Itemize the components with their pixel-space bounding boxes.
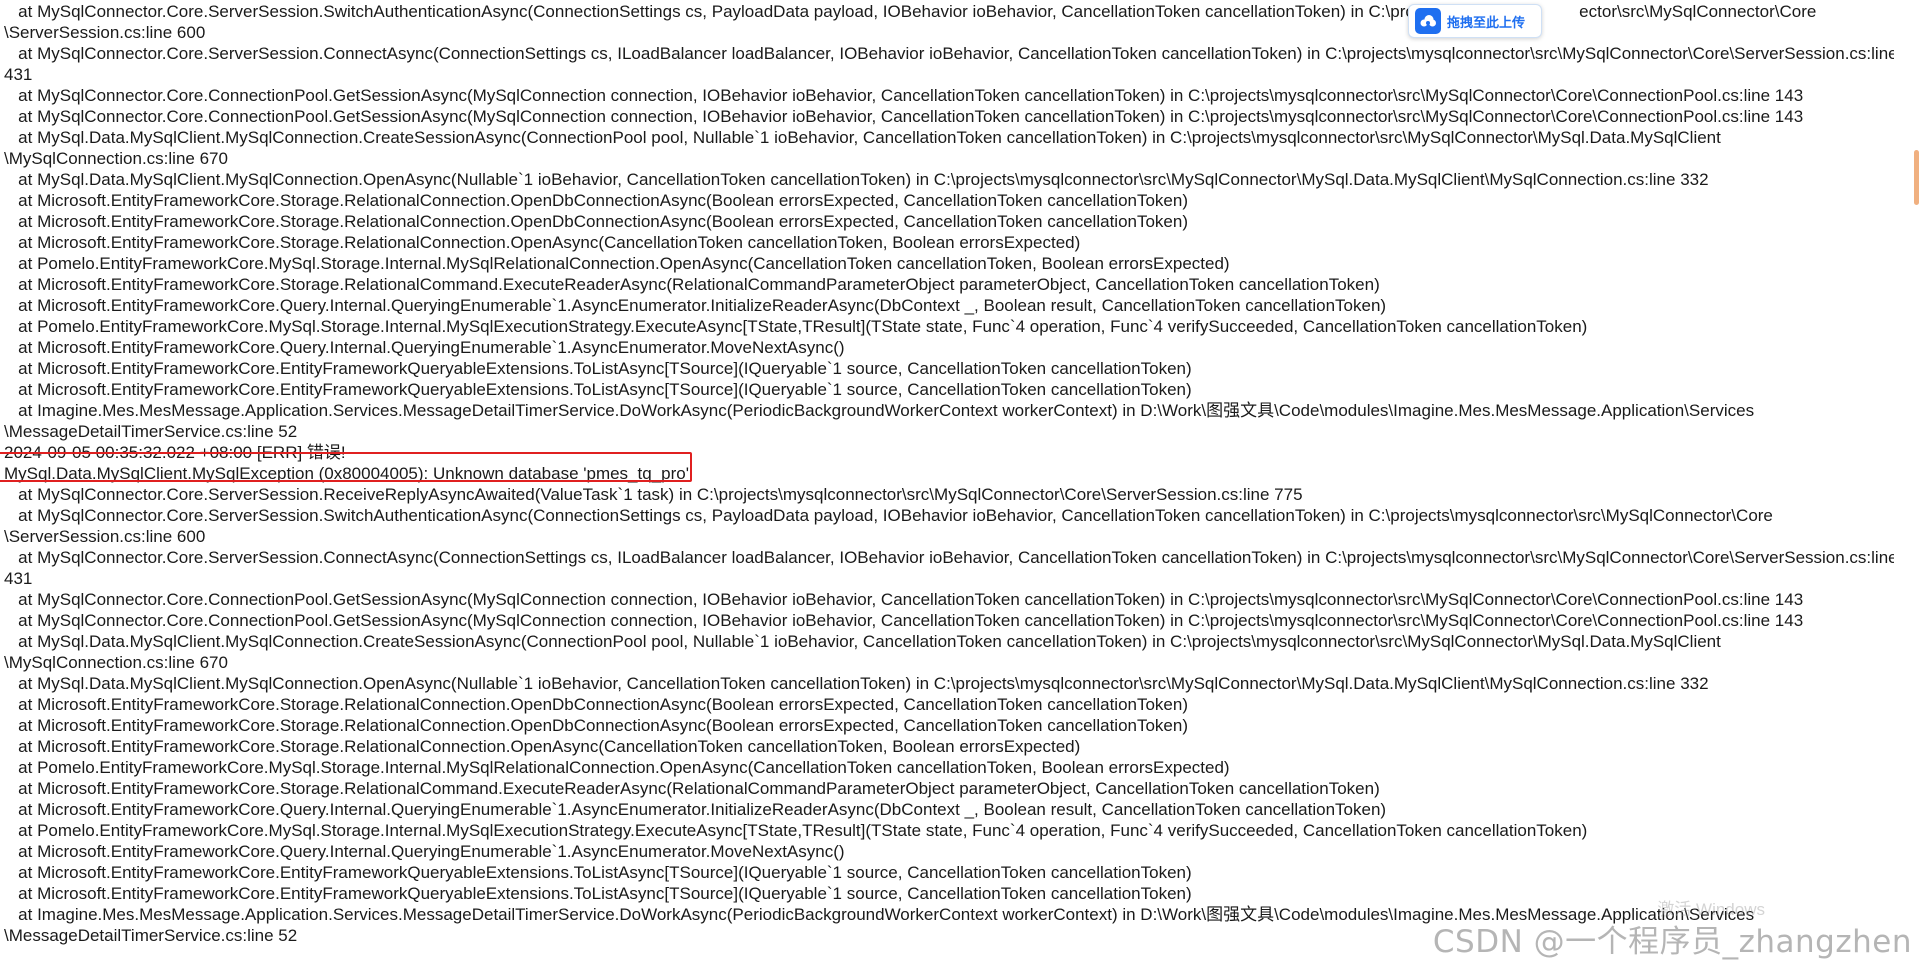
log-line: at Pomelo.EntityFrameworkCore.MySql.Stor… — [4, 317, 1588, 336]
log-line: at Microsoft.EntityFrameworkCore.Query.I… — [4, 842, 845, 861]
log-line-exception: MySql.Data.MySqlClient.MySqlException (0… — [4, 464, 689, 483]
log-line: \MySqlConnection.cs:line 670 — [4, 149, 228, 168]
log-line: at Microsoft.EntityFrameworkCore.Storage… — [4, 191, 1188, 210]
log-line: at Pomelo.EntityFrameworkCore.MySql.Stor… — [4, 254, 1230, 273]
scroll-thumb[interactable] — [1914, 150, 1919, 205]
log-line: at Microsoft.EntityFrameworkCore.EntityF… — [4, 359, 1192, 378]
log-line: at MySqlConnector.Core.ServerSession.Con… — [4, 44, 1894, 63]
log-line: at Microsoft.EntityFrameworkCore.EntityF… — [4, 863, 1192, 882]
log-line: \MessageDetailTimerService.cs:line 52 — [4, 422, 298, 441]
log-line: at MySqlConnector.Core.ConnectionPool.Ge… — [4, 86, 1804, 105]
log-text-area[interactable]: at MySqlConnector.Core.ServerSession.Swi… — [4, 1, 1894, 946]
log-line: at MySqlConnector.Core.ServerSession.Swi… — [4, 506, 1773, 525]
log-line: at Microsoft.EntityFrameworkCore.Storage… — [4, 275, 1380, 294]
log-line: 431 — [4, 569, 33, 588]
log-line: 431 — [4, 65, 33, 84]
log-line: at Microsoft.EntityFrameworkCore.EntityF… — [4, 884, 1192, 903]
log-line: at Microsoft.EntityFrameworkCore.Query.I… — [4, 338, 845, 357]
log-line: at Pomelo.EntityFrameworkCore.MySql.Stor… — [4, 758, 1230, 777]
log-line: at Microsoft.EntityFrameworkCore.Storage… — [4, 737, 1081, 756]
drag-upload-button[interactable]: 拖拽至此上传 — [1408, 4, 1542, 38]
log-line: at Microsoft.EntityFrameworkCore.EntityF… — [4, 380, 1192, 399]
csdn-watermark: CSDN @一个程序员_zhangzhen — [1432, 924, 1912, 960]
log-line: at MySqlConnector.Core.ConnectionPool.Ge… — [4, 107, 1804, 126]
log-line: at MySqlConnector.Core.ServerSession.Rec… — [4, 485, 1303, 504]
log-line: at Microsoft.EntityFrameworkCore.Storage… — [4, 716, 1188, 735]
log-line: \MySqlConnection.cs:line 670 — [4, 653, 228, 672]
log-line: \ServerSession.cs:line 600 — [4, 23, 206, 42]
log-line: at MySqlConnector.Core.ConnectionPool.Ge… — [4, 590, 1804, 609]
log-line: at Microsoft.EntityFrameworkCore.Storage… — [4, 779, 1380, 798]
vertical-scrollbar[interactable] — [1912, 0, 1920, 975]
log-line: at MySqlConnector.Core.ConnectionPool.Ge… — [4, 611, 1804, 630]
cloud-upload-icon — [1415, 8, 1441, 34]
log-line: \ServerSession.cs:line 600 — [4, 527, 206, 546]
log-line: at MySql.Data.MySqlClient.MySqlConnectio… — [4, 128, 1721, 147]
log-line: at MySql.Data.MySqlClient.MySqlConnectio… — [4, 674, 1709, 693]
log-line: at Microsoft.EntityFrameworkCore.Storage… — [4, 695, 1188, 714]
log-line: at Imagine.Mes.MesMessage.Application.Se… — [4, 401, 1755, 420]
log-line: at Microsoft.EntityFrameworkCore.Storage… — [4, 212, 1188, 231]
log-line: at Microsoft.EntityFrameworkCore.Query.I… — [4, 296, 1387, 315]
log-line: at Microsoft.EntityFrameworkCore.Storage… — [4, 233, 1081, 252]
log-line: at Pomelo.EntityFrameworkCore.MySql.Stor… — [4, 821, 1588, 840]
log-line: at MySql.Data.MySqlClient.MySqlConnectio… — [4, 170, 1709, 189]
log-line: 2024-09-05 00:35:32.022 +08:00 [ERR] 错误! — [4, 443, 346, 462]
log-line: at MySqlConnector.Core.ServerSession.Swi… — [4, 2, 1817, 21]
log-line: at Microsoft.EntityFrameworkCore.Query.I… — [4, 800, 1387, 819]
upload-label: 拖拽至此上传 — [1447, 15, 1526, 31]
log-line: at MySql.Data.MySqlClient.MySqlConnectio… — [4, 632, 1721, 651]
log-line: at MySqlConnector.Core.ServerSession.Con… — [4, 548, 1894, 567]
